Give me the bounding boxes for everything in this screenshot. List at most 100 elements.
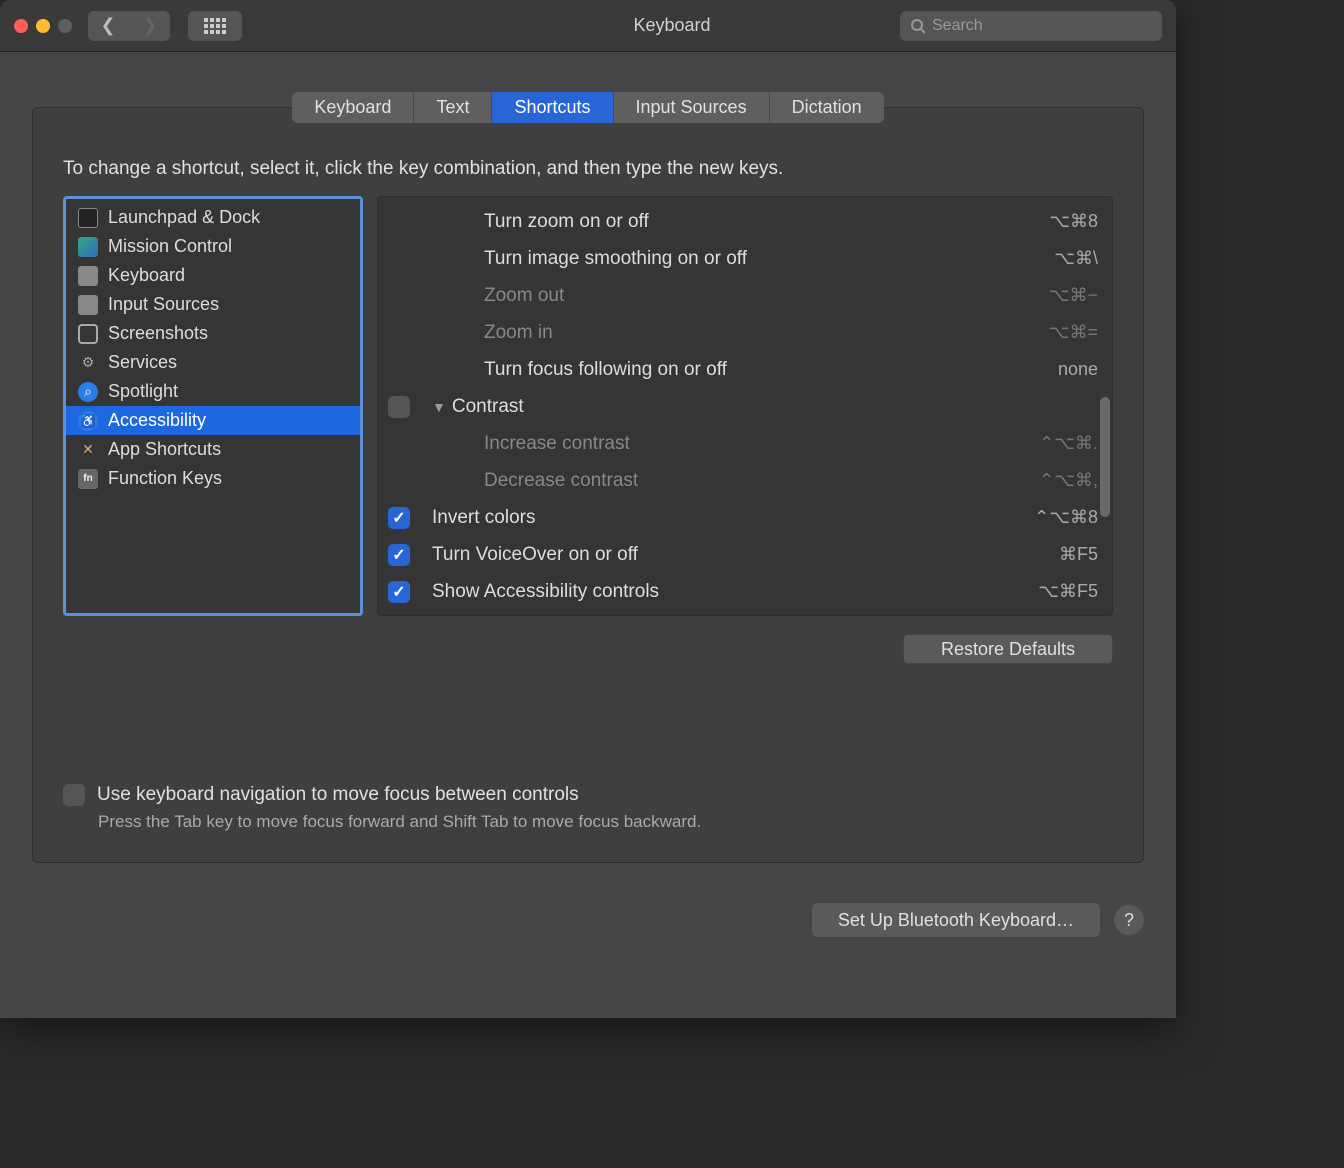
sidebar-item-launchpad-dock[interactable]: Launchpad & Dock: [66, 203, 360, 232]
shortcut-key[interactable]: ⌥⌘=: [1049, 322, 1098, 343]
content-area: KeyboardTextShortcutsInput SourcesDictat…: [0, 52, 1176, 1018]
shortcut-label: Contrast: [452, 396, 524, 418]
accessibility-icon: ♿: [78, 411, 98, 431]
apps-icon: ✕: [78, 440, 98, 460]
search-input[interactable]: Search: [900, 11, 1162, 41]
shortcut-label: Increase contrast: [432, 433, 630, 455]
shortcut-key[interactable]: none: [1058, 359, 1098, 380]
shortcut-key[interactable]: ⌥⌘8: [1049, 211, 1098, 232]
shortcut-key[interactable]: ⌥⌘F5: [1038, 581, 1098, 602]
sidebar-item-services[interactable]: ⚙ Services: [66, 348, 360, 377]
tab-text[interactable]: Text: [414, 92, 492, 123]
sidebar-item-label: Screenshots: [108, 323, 208, 344]
shortcut-row[interactable]: Increase contrast ⌃⌥⌘.: [384, 425, 1098, 462]
window-title: Keyboard: [633, 15, 710, 36]
instruction-text: To change a shortcut, select it, click t…: [63, 158, 1113, 180]
search-icon: [910, 18, 926, 34]
restore-defaults-button[interactable]: Restore Defaults: [903, 634, 1113, 664]
sidebar-item-label: Mission Control: [108, 236, 232, 257]
keyboard-nav-row: Use keyboard navigation to move focus be…: [63, 784, 1113, 806]
sidebar-item-label: Keyboard: [108, 265, 185, 286]
traffic-lights: [14, 19, 72, 33]
keyboard-nav-subtext: Press the Tab key to move focus forward …: [98, 812, 1113, 832]
shortcut-row[interactable]: Turn zoom on or off ⌥⌘8: [384, 203, 1098, 240]
tab-shortcuts[interactable]: Shortcuts: [492, 92, 613, 123]
tab-keyboard[interactable]: Keyboard: [292, 92, 414, 123]
tab-input-sources[interactable]: Input Sources: [614, 92, 770, 123]
help-button[interactable]: ?: [1114, 905, 1144, 935]
show-all-button[interactable]: [188, 11, 242, 41]
tab-dictation[interactable]: Dictation: [770, 92, 884, 123]
sidebar-item-function-keys[interactable]: fn Function Keys: [66, 464, 360, 493]
fn-icon: fn: [78, 469, 98, 489]
search-placeholder: Search: [932, 17, 983, 35]
shortcut-row[interactable]: ▼ Contrast: [384, 388, 1098, 425]
sidebar-item-input-sources[interactable]: Input Sources: [66, 290, 360, 319]
split-view: Launchpad & Dock Mission Control Keyboard I…: [63, 196, 1113, 616]
bluetooth-keyboard-button[interactable]: Set Up Bluetooth Keyboard…: [812, 903, 1100, 937]
shortcut-row[interactable]: Turn focus following on or off none: [384, 351, 1098, 388]
close-button[interactable]: [14, 19, 28, 33]
sidebar-item-label: App Shortcuts: [108, 439, 221, 460]
shortcut-key[interactable]: ⌥⌘−: [1049, 285, 1098, 306]
sidebar-item-label: Function Keys: [108, 468, 222, 489]
shortcut-row[interactable]: ✓ Invert colors ⌃⌥⌘8: [384, 499, 1098, 536]
shortcut-key[interactable]: ⌥⌘\: [1054, 248, 1098, 269]
shortcut-label: Turn zoom on or off: [432, 211, 649, 233]
maximize-button: [58, 19, 72, 33]
shortcut-key[interactable]: ⌃⌥⌘,: [1039, 470, 1098, 491]
shortcut-checkbox[interactable]: ✓: [388, 581, 410, 603]
keyboard-icon: [78, 295, 98, 315]
shortcut-checkbox[interactable]: ✓: [388, 507, 410, 529]
shortcut-row[interactable]: ✓ Turn VoiceOver on or off ⌘F5: [384, 536, 1098, 573]
nav-group: ❮ ❯: [88, 11, 170, 41]
shortcut-row[interactable]: Zoom out ⌥⌘−: [384, 277, 1098, 314]
sidebar-item-mission-control[interactable]: Mission Control: [66, 232, 360, 261]
shortcut-row[interactable]: Decrease contrast ⌃⌥⌘,: [384, 462, 1098, 499]
shortcut-row[interactable]: Turn image smoothing on or off⌥⌘\: [384, 240, 1098, 277]
shortcut-label: Zoom in: [432, 322, 553, 344]
footer: Set Up Bluetooth Keyboard… ?: [32, 903, 1144, 937]
minimize-button[interactable]: [36, 19, 50, 33]
shortcut-key[interactable]: ⌃⌥⌘8: [1034, 507, 1098, 528]
shortcut-label: Turn focus following on or off: [432, 359, 727, 381]
shortcut-row[interactable]: Zoom in ⌥⌘=: [384, 314, 1098, 351]
forward-button: ❯: [130, 11, 170, 41]
shortcut-row[interactable]: ✓ Show Accessibility controls ⌥⌘F5: [384, 573, 1098, 610]
sidebar-item-label: Accessibility: [108, 410, 206, 431]
shortcut-label: Turn VoiceOver on or off: [432, 544, 638, 566]
keyboard-nav-label: Use keyboard navigation to move focus be…: [97, 784, 579, 806]
gear-icon: ⚙: [78, 353, 98, 373]
shortcut-checkbox[interactable]: ✓: [388, 544, 410, 566]
shortcut-label: Decrease contrast: [432, 470, 638, 492]
mission-control-icon: [78, 237, 98, 257]
keyboard-nav-checkbox[interactable]: [63, 784, 85, 806]
shortcut-key[interactable]: ⌃⌥⌘.: [1039, 433, 1098, 454]
shortcut-key[interactable]: ⌘F5: [1059, 544, 1098, 565]
sidebar-item-app-shortcuts[interactable]: ✕ App Shortcuts: [66, 435, 360, 464]
sidebar-item-label: Spotlight: [108, 381, 178, 402]
titlebar: ❮ ❯ Keyboard Search: [0, 0, 1176, 52]
shortcut-label: Invert colors: [432, 507, 535, 529]
sidebar-item-spotlight[interactable]: ⌕ Spotlight: [66, 377, 360, 406]
sidebar-item-label: Input Sources: [108, 294, 219, 315]
back-button[interactable]: ❮: [88, 11, 128, 41]
disclosure-triangle-icon[interactable]: ▼: [432, 399, 446, 415]
keyboard-icon: [78, 266, 98, 286]
sidebar-item-keyboard[interactable]: Keyboard: [66, 261, 360, 290]
preferences-window: ❮ ❯ Keyboard Search KeyboardTextShortcut…: [0, 0, 1176, 1018]
grid-icon: [204, 18, 226, 34]
shortcut-label: Zoom out: [432, 285, 564, 307]
category-sidebar[interactable]: Launchpad & Dock Mission Control Keyboard I…: [63, 196, 363, 616]
shortcut-checkbox[interactable]: [388, 396, 410, 418]
sidebar-item-label: Services: [108, 352, 177, 373]
scrollbar-thumb[interactable]: [1100, 397, 1110, 517]
camera-icon: [78, 324, 98, 344]
launchpad-icon: [78, 208, 98, 228]
shortcut-list[interactable]: Turn zoom on or off ⌥⌘8 Turn image smoothi…: [377, 196, 1113, 616]
shortcut-label: Show Accessibility controls: [432, 581, 659, 603]
sidebar-item-accessibility[interactable]: ♿ Accessibility: [66, 406, 360, 435]
search-icon: ⌕: [78, 382, 98, 402]
sidebar-item-label: Launchpad & Dock: [108, 207, 260, 228]
sidebar-item-screenshots[interactable]: Screenshots: [66, 319, 360, 348]
